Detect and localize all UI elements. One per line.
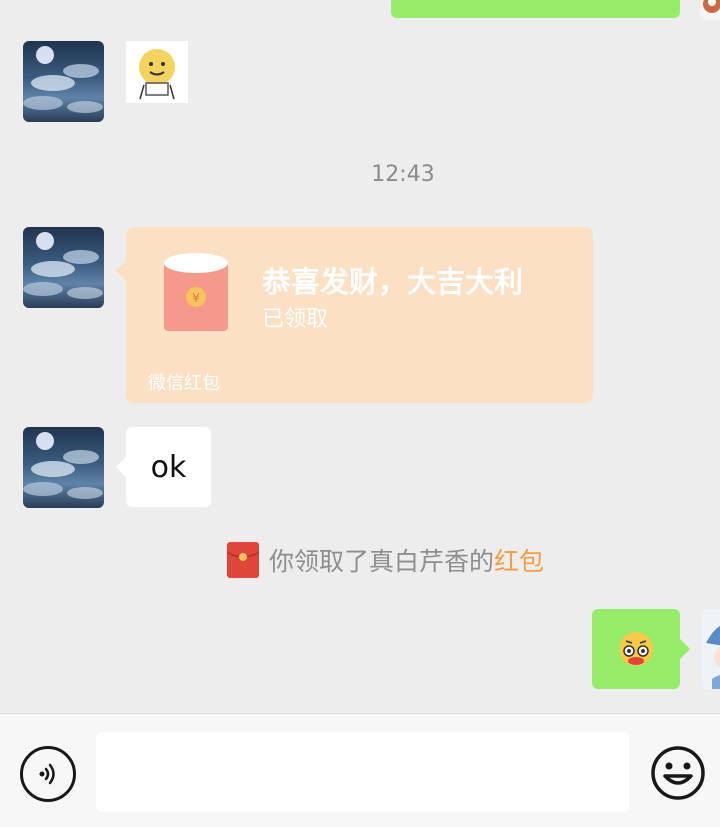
my-message-bubble-partial[interactable] — [391, 0, 680, 18]
contact-avatar[interactable] — [23, 227, 104, 308]
message-input[interactable] — [96, 732, 629, 812]
emoji-icon — [651, 746, 705, 800]
red-packet-status: 已领取 — [262, 307, 329, 332]
system-notice-text: 你领取了真白芹香的 — [269, 547, 495, 576]
contact-avatar[interactable] — [23, 427, 104, 508]
red-envelope-icon: ¥ — [164, 251, 228, 331]
text-message-bubble[interactable]: ok — [116, 427, 211, 507]
red-packet-card[interactable]: ¥ 恭喜发财，大吉大利 已领取 微信红包 — [116, 227, 593, 403]
contact-avatar[interactable] — [23, 41, 104, 122]
blush-emoji-icon — [619, 632, 653, 666]
svg-text:¥: ¥ — [192, 291, 200, 305]
my-avatar[interactable] — [702, 609, 720, 689]
system-notice: 你领取了真白芹香的 红包 — [226, 541, 544, 579]
my-avatar-partial[interactable] — [700, 0, 720, 20]
red-packet-link[interactable]: 红包 — [494, 542, 544, 578]
my-emoji-message[interactable] — [592, 609, 690, 689]
message-text: ok — [150, 449, 187, 485]
sticker-message[interactable] — [126, 41, 188, 103]
emoji-button[interactable] — [649, 744, 707, 802]
voice-icon — [39, 763, 55, 785]
red-envelope-icon — [226, 542, 260, 578]
input-bar — [0, 713, 720, 827]
voice-input-button[interactable] — [20, 746, 76, 802]
red-packet-source-label: 微信红包 — [148, 373, 220, 394]
message-timestamp: 12:43 — [371, 162, 435, 187]
red-packet-greeting: 恭喜发财，大吉大利 — [262, 265, 524, 299]
